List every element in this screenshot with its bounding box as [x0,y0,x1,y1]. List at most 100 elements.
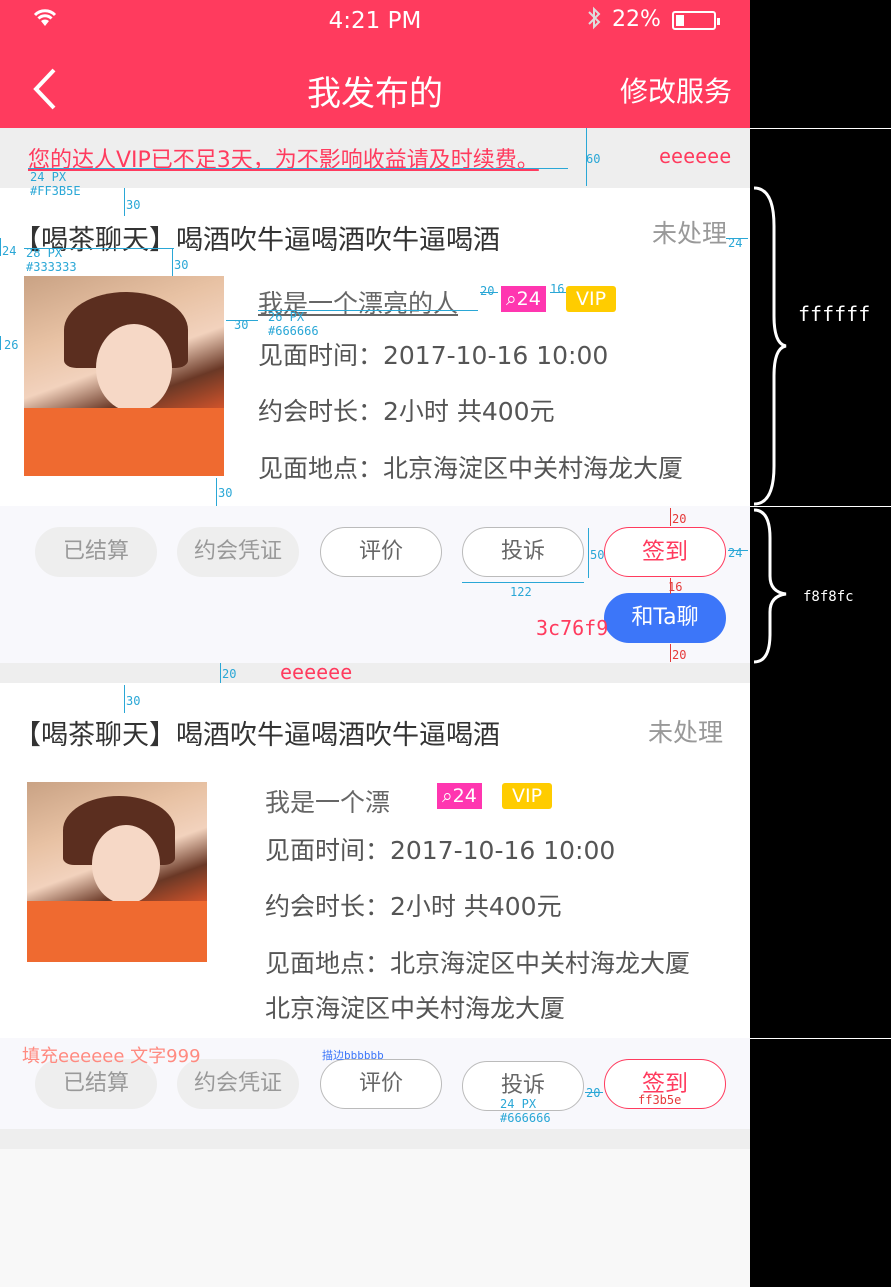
right-padding-label: 24 [728,236,743,250]
title-top-label: 30 [126,198,141,212]
photo-bottom-label: 30 [218,486,233,500]
divider-line [750,1038,891,1039]
battery-fill [676,15,684,26]
gap-label: 20 [222,667,237,681]
card-bg-label: ffffff [798,302,871,326]
meet-duration: 约会时长：2小时 共400元 [258,397,555,426]
name-font-label: 26 PX [268,310,305,324]
order-status: 未处理 [652,219,728,248]
avatar-photo[interactable] [24,276,224,476]
photo-left-measure [0,336,1,350]
notice-color-label: #FF3B5E [30,184,81,198]
order-card[interactable]: 【喝茶聊天】喝酒吹牛逼喝酒吹牛逼喝酒 未处理 我是一个漂 ⌕24 VIP 见面时… [0,683,750,1038]
bluetooth-icon [586,6,602,36]
card2-top-measure [124,685,125,713]
level-badge: ⌕24 [437,783,482,809]
vip-gap-label: 16 [550,282,565,296]
order-status: 未处理 [648,718,724,747]
modify-service-button[interactable]: 修改服务 [620,70,732,110]
phone-screen: 4:21 PM 22% 我发布的 修改服务 您的达人VIP已不足3天，为不影响收… [0,0,750,1287]
btn-width-measure [462,582,584,583]
notice-font-label: 24 PX [30,170,67,184]
left-padding-label: 24 [2,244,17,258]
photo-face [91,825,161,905]
card-brace [753,186,787,506]
check-in-button[interactable]: 签到 [604,527,726,577]
battery-percent: 22% [612,7,661,32]
order-actions: 已结算 约会凭证 评价 投诉 签到 和Ta聊 [0,506,750,663]
meet-time: 见面时间：2017-10-16 10:00 [258,341,609,370]
photo-left-label: 26 [4,338,19,352]
btn-top-label: 20 [672,512,687,526]
title-font-label: 28 PX [26,246,63,260]
chat-bubble-icon: ⌕ [442,785,453,807]
photo-face [96,324,172,412]
gap-measure [220,663,221,683]
gap-bg-label: eeeeee [280,660,353,684]
btn-width-label: 122 [510,585,532,599]
meet-place: 见面地点：北京海淀区中关村海龙大厦 [258,454,684,483]
battery-icon [672,11,720,30]
card-gap [0,1129,750,1149]
btn-height-label: 50 [590,548,605,562]
level-badge: ⌕24 [501,286,546,312]
title-top-measure [124,188,125,216]
settled-button[interactable]: 已结算 [35,527,157,577]
meet-time: 见面时间：2017-10-16 10:00 [265,836,616,865]
photo-top-label: 30 [174,258,189,272]
order-title: 【喝茶聊天】喝酒吹牛逼喝酒吹牛逼喝酒 [14,720,500,751]
btn-spacing-label: 20 [586,1086,601,1100]
vip-badge: VIP [566,286,617,312]
btn-bottom-label: 20 [672,648,687,662]
photo-top-measure [172,248,173,276]
badge-gap-label: 20 [480,284,495,298]
card-gap [0,663,750,683]
photo-shirt [24,408,224,476]
order-title: 【喝茶聊天】喝酒吹牛逼喝酒吹牛逼喝酒 [14,225,500,256]
meet-place: 见面地点：北京海淀区中关村海龙大厦 [265,949,691,978]
left-padding-measure [0,238,1,256]
btn-right-label: 24 [728,546,743,560]
photo-bottom-measure [216,478,217,506]
actions-bg-label: f8f8fc [803,589,854,605]
complain-button[interactable]: 投诉 [462,527,584,577]
order-card[interactable]: 【喝茶聊天】喝酒吹牛逼喝酒吹牛逼喝酒 未处理 我是一个漂亮的人 ⌕24 VIP … [0,188,750,506]
photo-right-label: 30 [234,318,249,332]
review-button[interactable]: 评价 [320,527,442,577]
level-value: 24 [516,288,541,310]
status-bar: 4:21 PM 22% [0,0,750,44]
card2-top-label: 30 [126,694,141,708]
meet-duration: 约会时长：2小时 共400元 [265,892,562,921]
notice-height-label: 60 [586,152,601,166]
notice-bg-label: eeeeee [659,144,732,168]
sign-color-label: ff3b5e [638,1093,682,1107]
meet-place-continued: 北京海淀区中关村海龙大厦 [265,994,566,1023]
notice-underline-measure [28,168,568,169]
photo-shirt [27,900,207,962]
btn-font-label: 24 PX [500,1097,537,1111]
chat-bubble-icon: ⌕ [506,288,517,310]
title-color-label: #333333 [26,260,77,274]
top-bar: 4:21 PM 22% 我发布的 修改服务 [0,0,750,128]
btn-color-label: #666666 [500,1111,551,1125]
chat-color-label: 3c76f9 [536,616,609,640]
level-value: 24 [452,785,477,807]
btn-gap-label: 16 [668,580,683,594]
fill-note-label: 填充eeeeee 文字999 [22,1046,201,1067]
vip-notice-bar[interactable]: 您的达人VIP已不足3天，为不影响收益请及时续费。 [0,128,750,188]
divider-line [750,506,891,507]
vip-badge: VIP [502,783,553,809]
review-button[interactable]: 评价 [320,1059,442,1109]
chat-button[interactable]: 和Ta聊 [604,593,726,643]
actions-brace [753,508,787,664]
btn-top-measure [670,508,671,526]
vip-notice-text[interactable]: 您的达人VIP已不足3天，为不影响收益请及时续费。 [28,142,539,174]
voucher-button[interactable]: 约会凭证 [177,527,299,577]
btn-height-measure [588,528,589,578]
btn-bottom-measure [670,644,671,662]
user-name: 我是一个漂 [265,788,391,817]
divider-line [750,128,891,129]
avatar-photo[interactable] [27,782,207,962]
name-color-label: #666666 [268,324,319,338]
stroke-note-label: 描边bbbbbb [322,1049,384,1062]
